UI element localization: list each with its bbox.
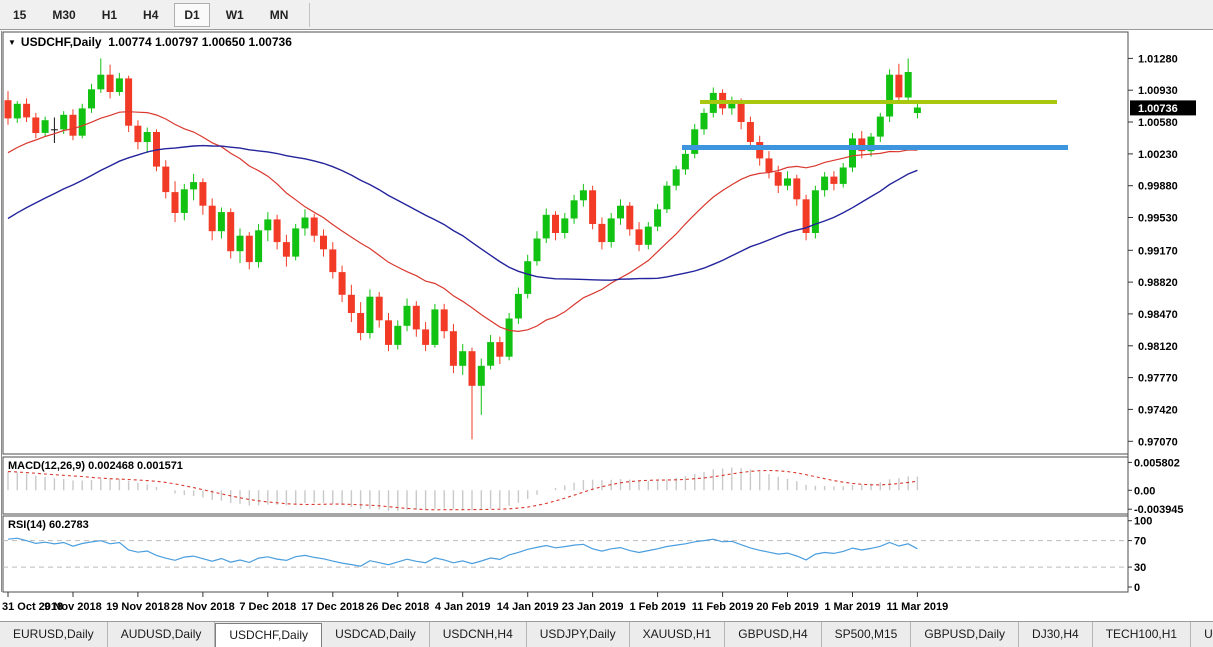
- chart-tab-eurusd-daily[interactable]: EURUSD,Daily: [0, 622, 108, 647]
- macd-tick-label: 0.005802: [1134, 457, 1180, 469]
- price-tick-label: 0.99170: [1138, 245, 1178, 257]
- price-tick-label: 0.97770: [1138, 373, 1178, 385]
- chart-tab-tech100-h1[interactable]: TECH100,H1: [1093, 622, 1192, 647]
- timeframe-button-h1[interactable]: H1: [92, 3, 127, 27]
- chart-svg[interactable]: 1.01280 1.00930 1.00580 1.00230 0.99880 0.995…: [0, 30, 1213, 621]
- date-tick-label: 20 Feb 2019: [756, 601, 818, 613]
- rsi-pane-frame: [2, 515, 1129, 593]
- rsi-tick-label: 0: [1134, 582, 1140, 594]
- date-tick-label: 7 Dec 2018: [239, 601, 296, 613]
- price-tick-label: 1.00580: [1138, 117, 1178, 129]
- chart-tab-gbpusd-daily[interactable]: GBPUSD,Daily: [911, 622, 1020, 647]
- date-tick-label: 14 Jan 2019: [497, 601, 559, 613]
- date-tick-label: 19 Nov 2018: [106, 601, 170, 613]
- current-price-label: 1.00736: [1138, 103, 1178, 115]
- date-tick-label: 9 Nov 2018: [44, 601, 101, 613]
- price-tick-label: 0.97070: [1138, 436, 1178, 448]
- date-tick-label: 1 Mar 2019: [824, 601, 880, 613]
- date-tick-label: 4 Jan 2019: [435, 601, 491, 613]
- price-tick-label: 0.98470: [1138, 309, 1178, 321]
- date-tick-label: 1 Feb 2019: [629, 601, 685, 613]
- chart-tab-ukc[interactable]: UKC: [1191, 622, 1213, 647]
- date-tick-label: 17 Dec 2018: [301, 601, 364, 613]
- date-tick-label: 26 Dec 2018: [366, 601, 429, 613]
- chart-tab-sp500-m15[interactable]: SP500,M15: [822, 622, 912, 647]
- chart-tab-usdchf-daily[interactable]: USDCHF,Daily: [215, 623, 323, 647]
- chart-tab-usdcnh-h4[interactable]: USDCNH,H4: [430, 622, 527, 647]
- chart-tab-audusd-daily[interactable]: AUDUSD,Daily: [108, 622, 216, 647]
- date-tick-label: 23 Jan 2019: [562, 601, 624, 613]
- date-tick-label: 28 Nov 2018: [171, 601, 235, 613]
- timeframe-button-h4[interactable]: H4: [133, 3, 168, 27]
- macd-tick-label: 0.00: [1134, 485, 1155, 497]
- timeframe-toolbar: 15 M30 H1 H4 D1 W1 MN: [0, 0, 1213, 30]
- timeframe-button-m30[interactable]: M30: [42, 3, 85, 27]
- main-pane-frame: [2, 31, 1129, 455]
- price-tick-label: 0.97420: [1138, 404, 1178, 416]
- timeframe-button-w1[interactable]: W1: [216, 3, 254, 27]
- timeframe-button-15[interactable]: 15: [3, 3, 36, 27]
- toolbar-separator: [309, 2, 311, 27]
- chart-window[interactable]: 1.01280 1.00930 1.00580 1.00230 0.99880 0.995…: [0, 30, 1213, 621]
- date-tick-label: 11 Feb 2019: [692, 601, 754, 613]
- price-tick-label: 1.01280: [1138, 53, 1178, 65]
- rsi-tick-label: 100: [1134, 516, 1152, 528]
- chart-tab-xauusd-h1[interactable]: XAUUSD,H1: [630, 622, 726, 647]
- price-tick-label: 0.98120: [1138, 341, 1178, 353]
- date-tick-label: 11 Mar 2019: [887, 601, 949, 613]
- chart-tab-usdcad-daily[interactable]: USDCAD,Daily: [322, 622, 430, 647]
- macd-tick-label: -0.003945: [1134, 504, 1184, 516]
- timeframe-button-d1[interactable]: D1: [174, 2, 210, 27]
- timeframe-button-mn[interactable]: MN: [260, 3, 299, 27]
- price-tick-label: 0.98820: [1138, 277, 1178, 289]
- price-tick-label: 0.99880: [1138, 181, 1178, 193]
- rsi-tick-label: 70: [1134, 536, 1146, 548]
- chart-tab-bar: EURUSD,Daily AUDUSD,Daily USDCHF,Daily USDC…: [0, 621, 1213, 647]
- chart-tab-dj30-h4[interactable]: DJ30,H4: [1019, 622, 1093, 647]
- price-tick-label: 0.99530: [1138, 213, 1178, 225]
- chart-tab-gbpusd-h4[interactable]: GBPUSD,H4: [725, 622, 822, 647]
- price-tick-label: 1.00930: [1138, 85, 1178, 97]
- price-tick-label: 1.00230: [1138, 149, 1178, 161]
- chart-tab-usdjpy-daily[interactable]: USDJPY,Daily: [527, 622, 630, 647]
- rsi-tick-label: 30: [1134, 562, 1146, 574]
